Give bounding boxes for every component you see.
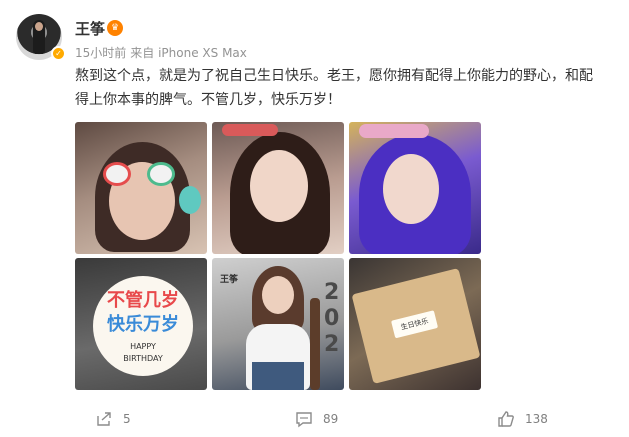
action-bar: 5 89 138 xyxy=(0,404,629,434)
photo-3-headband xyxy=(359,124,429,138)
photo-2-banner xyxy=(222,124,278,136)
photo-2[interactable] xyxy=(212,122,344,254)
username[interactable]: 王筝 xyxy=(75,18,105,39)
vip-badge-icon[interactable]: ♛ xyxy=(107,20,123,36)
photo-6-plaque: 生日快乐 xyxy=(391,310,439,339)
share-count: 5 xyxy=(123,412,131,426)
post-source: 来自 iPhone XS Max xyxy=(130,46,247,60)
photo-1[interactable] xyxy=(75,122,207,254)
share-button[interactable]: 5 xyxy=(95,404,131,434)
verified-badge-icon: ✓ xyxy=(51,46,66,61)
photo-2-face xyxy=(250,150,308,222)
like-count: 138 xyxy=(525,412,548,426)
photo-6-cake: 生日快乐 xyxy=(351,268,481,384)
post-text: 熬到这个点，就是为了祝自己生日快乐。老王，愿你拥有配得上你能力的野心，和配得上你… xyxy=(75,68,593,108)
comment-count: 89 xyxy=(323,412,339,426)
photo-4-cake-line4: BIRTHDAY xyxy=(123,354,163,363)
photo-4-cake: 不管几岁 快乐万岁 HAPPY BIRTHDAY xyxy=(93,276,193,376)
photo-4-cake-line1: 不管几岁 xyxy=(107,290,179,311)
photo-6[interactable]: 生日快乐 xyxy=(349,258,481,390)
photo-3[interactable] xyxy=(349,122,481,254)
photo-4-cake-line3: HAPPY xyxy=(130,342,156,351)
photo-5-year-digits: 202 xyxy=(324,280,340,357)
photo-5-name: 王筝 xyxy=(220,275,239,285)
photo-4-cake-line2: 快乐万岁 xyxy=(107,314,179,335)
comment-button[interactable]: 89 xyxy=(295,404,338,434)
photo-3-face xyxy=(383,154,439,224)
like-button[interactable]: 138 xyxy=(497,404,548,434)
photo-5[interactable]: 王筝 202 xyxy=(212,258,344,390)
photo-5-jeans xyxy=(252,362,304,390)
thumbs-up-icon xyxy=(498,411,514,427)
photo-4[interactable]: 不管几岁 快乐万岁 HAPPY BIRTHDAY xyxy=(75,258,207,390)
photo-1-balloon xyxy=(179,186,201,214)
post-time[interactable]: 15小时前 xyxy=(75,46,126,60)
avatar-face xyxy=(35,22,43,31)
comment-icon xyxy=(296,412,312,428)
photo-1-party-glasses xyxy=(95,162,185,186)
photo-5-guitar xyxy=(310,298,320,390)
photo-5-face xyxy=(262,276,294,314)
post-meta: 15小时前 来自 iPhone XS Max xyxy=(75,44,247,61)
share-icon xyxy=(97,412,111,426)
